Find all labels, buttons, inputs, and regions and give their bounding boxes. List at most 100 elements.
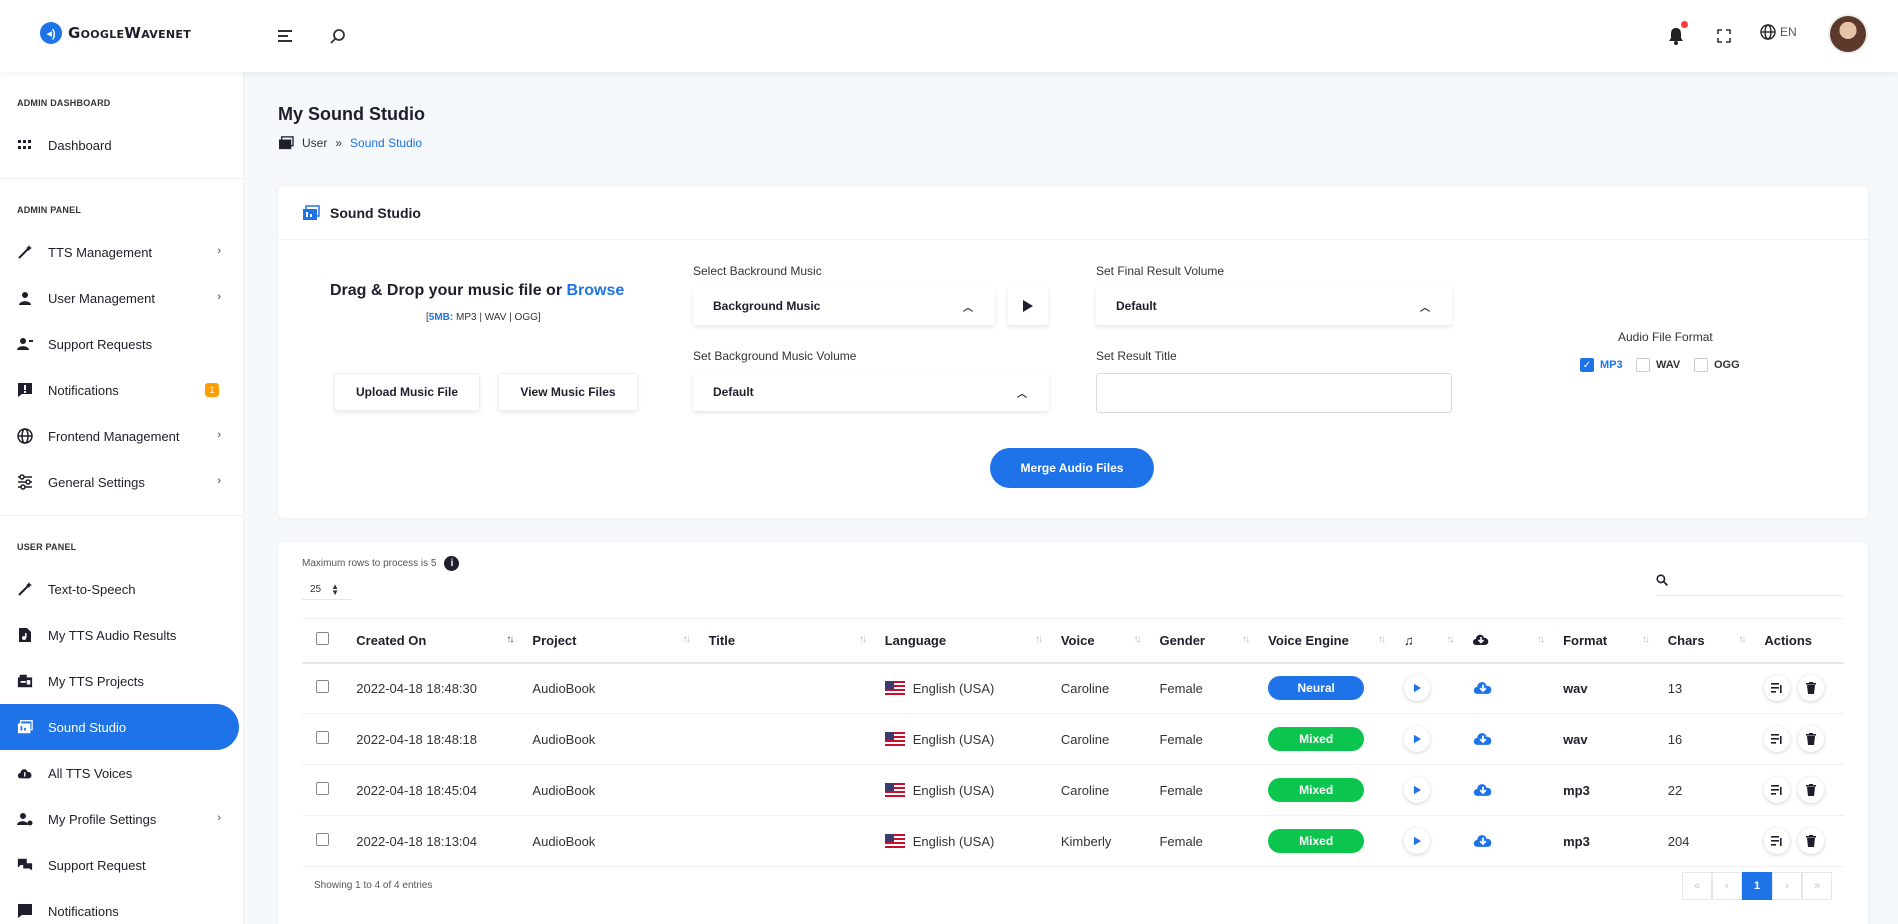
sidebar-item-tts-management[interactable]: TTS Management › (0, 229, 243, 275)
column-header-title[interactable]: Title ↑↓ (698, 618, 875, 664)
sidebar-item-label: Sound Studio (48, 719, 127, 735)
select-all-header[interactable] (302, 618, 347, 664)
browse-link[interactable]: Browse (566, 282, 624, 299)
brand-logo[interactable]: ◂) GoogleWavenet (40, 22, 191, 44)
info-icon[interactable]: i (444, 556, 460, 571)
chevron-right-icon: › (217, 291, 221, 303)
delete-button[interactable] (1798, 828, 1825, 854)
sidebar-item-user-management[interactable]: User Management › (0, 275, 243, 321)
breadcrumb-root[interactable]: User (302, 136, 327, 150)
view-music-files-button[interactable]: View Music Files (498, 373, 638, 411)
sidebar-item-my-tts-projects[interactable]: My TTS Projects (0, 658, 243, 704)
row-select-cell[interactable] (302, 662, 347, 714)
table-search-input[interactable] (1656, 572, 1842, 596)
sidebar-item-frontend-management[interactable]: Frontend Management › (0, 413, 243, 459)
merge-audio-button[interactable]: Merge Audio Files (990, 448, 1154, 488)
sidebar-item-all-tts-voices[interactable]: All TTS Voices (0, 750, 243, 796)
cloud-download-icon[interactable] (1472, 681, 1494, 698)
checkbox[interactable] (1694, 358, 1708, 372)
cloud-download-icon[interactable] (1472, 834, 1494, 851)
row-checkbox[interactable] (316, 833, 329, 846)
column-header-language[interactable]: Language ↑↓ (874, 618, 1051, 664)
next-page-button[interactable]: › (1772, 872, 1802, 900)
sidebar-item-text-to-speech[interactable]: Text-to-Speech (0, 566, 243, 612)
voice-cell: Kimberly (1050, 815, 1150, 867)
play-audio-button[interactable] (1404, 777, 1431, 803)
search-icon[interactable] (324, 22, 352, 50)
add-to-playlist-button[interactable] (1764, 726, 1791, 752)
play-audio-button[interactable] (1404, 828, 1431, 854)
sidebar-item-support-request[interactable]: Support Request (0, 842, 243, 888)
result-title-input[interactable] (1096, 373, 1452, 413)
play-bg-music-button[interactable] (1008, 287, 1048, 325)
format-option-mp3[interactable]: ✓ MP3 (1580, 358, 1623, 372)
sidebar-item-general-settings[interactable]: General Settings › (0, 459, 243, 505)
bg-volume-select[interactable]: Default ︿ (693, 373, 1049, 411)
checkbox-checked[interactable]: ✓ (1580, 358, 1594, 372)
sidebar-item-sound-studio[interactable]: Sound Studio (0, 704, 239, 750)
column-header-download[interactable]: ↑↓ (1462, 618, 1554, 664)
grid-icon (17, 137, 33, 153)
upload-music-button[interactable]: Upload Music File (334, 373, 480, 411)
play-audio-button[interactable] (1404, 675, 1431, 702)
table-row[interactable]: 2022-04-18 18:45:04 AudioBook English (USA… (302, 764, 1844, 816)
bg-music-select[interactable]: Background Music ︿ (693, 287, 995, 325)
sidebar-item-dashboard[interactable]: Dashboard (0, 122, 243, 168)
first-page-button[interactable]: « (1682, 872, 1712, 900)
row-select-cell[interactable] (302, 815, 347, 867)
final-volume-select[interactable]: Default ︿ (1096, 287, 1452, 325)
table-row[interactable]: 2022-04-18 18:48:30 AudioBook English (USA… (302, 662, 1844, 714)
last-page-button[interactable]: » (1802, 872, 1832, 900)
language-selector[interactable]: EN (1760, 24, 1797, 40)
cloud-download-icon[interactable] (1472, 732, 1494, 749)
prev-page-button[interactable]: ‹ (1712, 872, 1742, 900)
select-all-checkbox[interactable] (316, 632, 329, 646)
column-header-format[interactable]: Format ↑↓ (1553, 618, 1658, 664)
sidebar-item-label: My TTS Audio Results (48, 627, 177, 643)
column-header-chars[interactable]: Chars ↑↓ (1657, 618, 1755, 664)
column-header-created-on[interactable]: Created On ↑↓ (346, 618, 523, 664)
page-button[interactable]: 1 (1742, 872, 1772, 900)
format-option-ogg[interactable]: OGG (1694, 358, 1740, 372)
sidebar-item-my-profile-settings[interactable]: My Profile Settings › (0, 796, 243, 842)
actions-cell (1754, 713, 1844, 765)
row-checkbox[interactable] (316, 731, 329, 744)
table-row[interactable]: 2022-04-18 18:48:18 AudioBook English (USA… (302, 713, 1844, 765)
sidebar-item-user-notifications[interactable]: Notifications (0, 888, 243, 924)
cloud-download-icon (1473, 634, 1489, 645)
delete-button[interactable] (1798, 777, 1825, 803)
drop-zone-title[interactable]: Drag & Drop your music file or Browse (330, 282, 624, 300)
add-to-playlist-button[interactable] (1764, 828, 1791, 854)
row-select-cell[interactable] (302, 764, 347, 816)
page-length-select[interactable]: 25 ▲ ▼ (302, 580, 352, 600)
row-checkbox[interactable] (316, 680, 329, 694)
table-header-row: Created On ↑↓ Project ↑↓ Title ↑↓ Language ↑… (302, 618, 1844, 664)
row-checkbox[interactable] (316, 782, 329, 795)
cloud-download-icon[interactable] (1472, 783, 1494, 800)
sort-icon: ↑↓ (858, 634, 867, 645)
column-header-project[interactable]: Project ↑↓ (522, 618, 699, 664)
column-header-voice-engine[interactable]: Voice Engine ↑↓ (1258, 618, 1395, 664)
table-row[interactable]: 2022-04-18 18:13:04 AudioBook English (USA… (302, 815, 1844, 867)
sidebar-section-admin-panel: ADMIN PANEL TTS Management › User Manage… (0, 179, 243, 516)
voice-engine-cell: Mixed (1258, 815, 1395, 867)
column-header-voice[interactable]: Voice ↑↓ (1050, 618, 1150, 664)
delete-button[interactable] (1798, 726, 1825, 752)
column-header-play[interactable]: ♫ ↑↓ (1394, 618, 1463, 664)
menu-toggle-icon[interactable] (272, 22, 300, 50)
format-option-wav[interactable]: WAV (1636, 358, 1680, 372)
sidebar-item-notifications[interactable]: Notifications 1 (0, 367, 243, 413)
row-select-cell[interactable] (302, 713, 347, 765)
sidebar-item-support-requests[interactable]: Support Requests (0, 321, 243, 367)
fullscreen-icon[interactable] (1710, 22, 1738, 50)
checkbox[interactable] (1636, 358, 1650, 372)
add-to-playlist-button[interactable] (1764, 777, 1791, 803)
page-title: My Sound Studio (278, 104, 425, 124)
user-avatar[interactable] (1828, 14, 1868, 54)
add-to-playlist-button[interactable] (1764, 675, 1791, 702)
sidebar-item-my-tts-audio-results[interactable]: My TTS Audio Results (0, 612, 243, 658)
column-header-gender[interactable]: Gender ↑↓ (1149, 618, 1259, 664)
user-gear-icon (17, 811, 33, 827)
play-audio-button[interactable] (1404, 726, 1431, 752)
delete-button[interactable] (1798, 675, 1825, 702)
